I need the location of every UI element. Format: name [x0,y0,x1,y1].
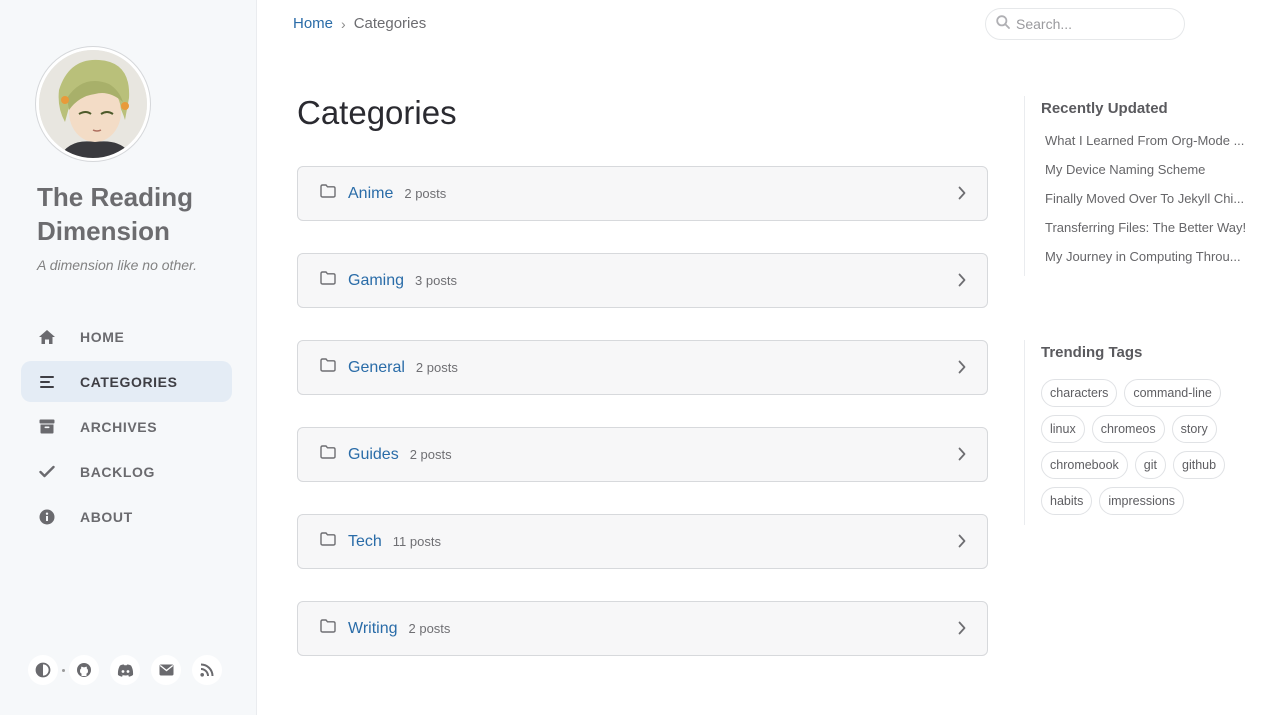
category-post-count: 2 posts [409,447,452,462]
sidebar-item-label: BACKLOG [80,463,155,480]
sidebar-item-label: CATEGORIES [80,373,178,390]
chevron-right-icon[interactable] [958,447,966,466]
tag-link[interactable]: git [1134,451,1166,479]
recently-updated-heading: Recently Updated [1041,100,1168,117]
category-card-general[interactable]: General 2 posts [297,340,988,395]
home-icon [37,327,57,347]
recent-post-link[interactable]: My Journey in Computing Throu... [1045,248,1252,277]
category-name[interactable]: Tech [348,533,382,551]
category-name[interactable]: Writing [348,620,398,638]
email-icon[interactable] [151,655,181,685]
category-card-tech[interactable]: Tech 11 posts [297,514,988,569]
tag-link[interactable]: chromebook [1041,451,1128,479]
tag-link[interactable]: chromeos [1091,415,1165,443]
chevron-right-icon[interactable] [958,621,966,640]
github-icon[interactable] [69,655,99,685]
category-post-count: 2 posts [415,360,458,375]
category-post-count: 2 posts [404,186,447,201]
category-name[interactable]: Guides [348,446,399,464]
folder-icon [320,445,336,464]
folder-icon [320,271,336,290]
sidebar-item-label: ABOUT [80,508,133,525]
search-box[interactable] [985,8,1185,40]
category-post-count: 11 posts [392,534,441,549]
sidebar-item-home[interactable]: HOME [21,316,232,357]
breadcrumb: Home › Categories [293,15,426,32]
avatar[interactable] [36,47,150,161]
sidebar-item-label: ARCHIVES [80,418,158,435]
category-name[interactable]: Gaming [348,272,404,290]
sidebar-item-label: HOME [80,328,125,345]
theme-toggle-icon[interactable] [28,655,58,685]
recent-post-link[interactable]: What I Learned From Org-Mode ... [1045,132,1252,161]
site-title[interactable]: The Reading Dimension [37,180,237,248]
sidebar-item-backlog[interactable]: BACKLOG [21,451,232,492]
category-name[interactable]: Anime [348,185,393,203]
info-icon [37,507,57,527]
tag-link[interactable]: story [1171,415,1217,443]
category-name[interactable]: General [348,359,405,377]
tag-link[interactable]: impressions [1099,487,1185,515]
tag-cloud: characters command-line linux chromeos s… [1041,379,1241,523]
category-card-anime[interactable]: Anime 2 posts [297,166,988,221]
sidebar-nav: HOME CATEGORIES ARCHIVES BACKLOG ABOUT [21,316,232,541]
trending-tags-heading: Trending Tags [1041,344,1143,361]
tag-link[interactable]: github [1173,451,1226,479]
rss-icon[interactable] [192,655,222,685]
breadcrumb-home-link[interactable]: Home [293,15,333,32]
folder-icon [320,532,336,551]
category-card-writing[interactable]: Writing 2 posts [297,601,988,656]
page-title: Categories [297,94,457,131]
tag-link[interactable]: linux [1041,415,1085,443]
category-post-count: 2 posts [408,621,451,636]
recent-post-link[interactable]: Finally Moved Over To Jekyll Chi... [1045,190,1252,219]
site-subtitle: A dimension like no other. [37,257,198,273]
tag-link[interactable]: habits [1041,487,1093,515]
avatar-image [39,50,147,158]
trending-tags-panel: Trending Tags characters command-line li… [1024,340,1276,525]
category-card-gaming[interactable]: Gaming 3 posts [297,253,988,308]
breadcrumb-separator: › [341,15,346,32]
sidebar-item-archives[interactable]: ARCHIVES [21,406,232,447]
tag-link[interactable]: command-line [1124,379,1221,407]
chevron-right-icon[interactable] [958,360,966,379]
chevron-right-icon[interactable] [958,273,966,292]
list-icon [37,372,57,392]
sidebar: The Reading Dimension A dimension like n… [0,0,257,715]
separator-dot [62,668,65,672]
recently-updated-panel: Recently Updated What I Learned From Org… [1024,96,1276,276]
recent-post-link[interactable]: My Device Naming Scheme [1045,161,1252,190]
discord-icon[interactable] [110,655,140,685]
chevron-right-icon[interactable] [958,534,966,553]
search-input[interactable] [1016,16,1176,32]
archive-icon [37,417,57,437]
tag-link[interactable]: characters [1041,379,1118,407]
category-card-guides[interactable]: Guides 2 posts [297,427,988,482]
folder-icon [320,619,336,638]
recently-updated-list: What I Learned From Org-Mode ... My Devi… [1041,132,1276,277]
folder-icon [320,358,336,377]
category-post-count: 3 posts [415,273,457,288]
breadcrumb-current: Categories [353,15,427,32]
recent-post-link[interactable]: Transferring Files: The Better Way! [1045,219,1252,248]
check-icon [37,462,57,482]
sidebar-bottom [28,655,222,685]
sidebar-item-about[interactable]: ABOUT [21,496,232,537]
sidebar-item-categories[interactable]: CATEGORIES [21,361,232,402]
chevron-right-icon[interactable] [958,186,966,205]
category-list: Anime 2 posts Gaming 3 posts General 2 p… [297,166,988,688]
folder-icon [320,184,336,203]
search-icon [996,14,1010,34]
